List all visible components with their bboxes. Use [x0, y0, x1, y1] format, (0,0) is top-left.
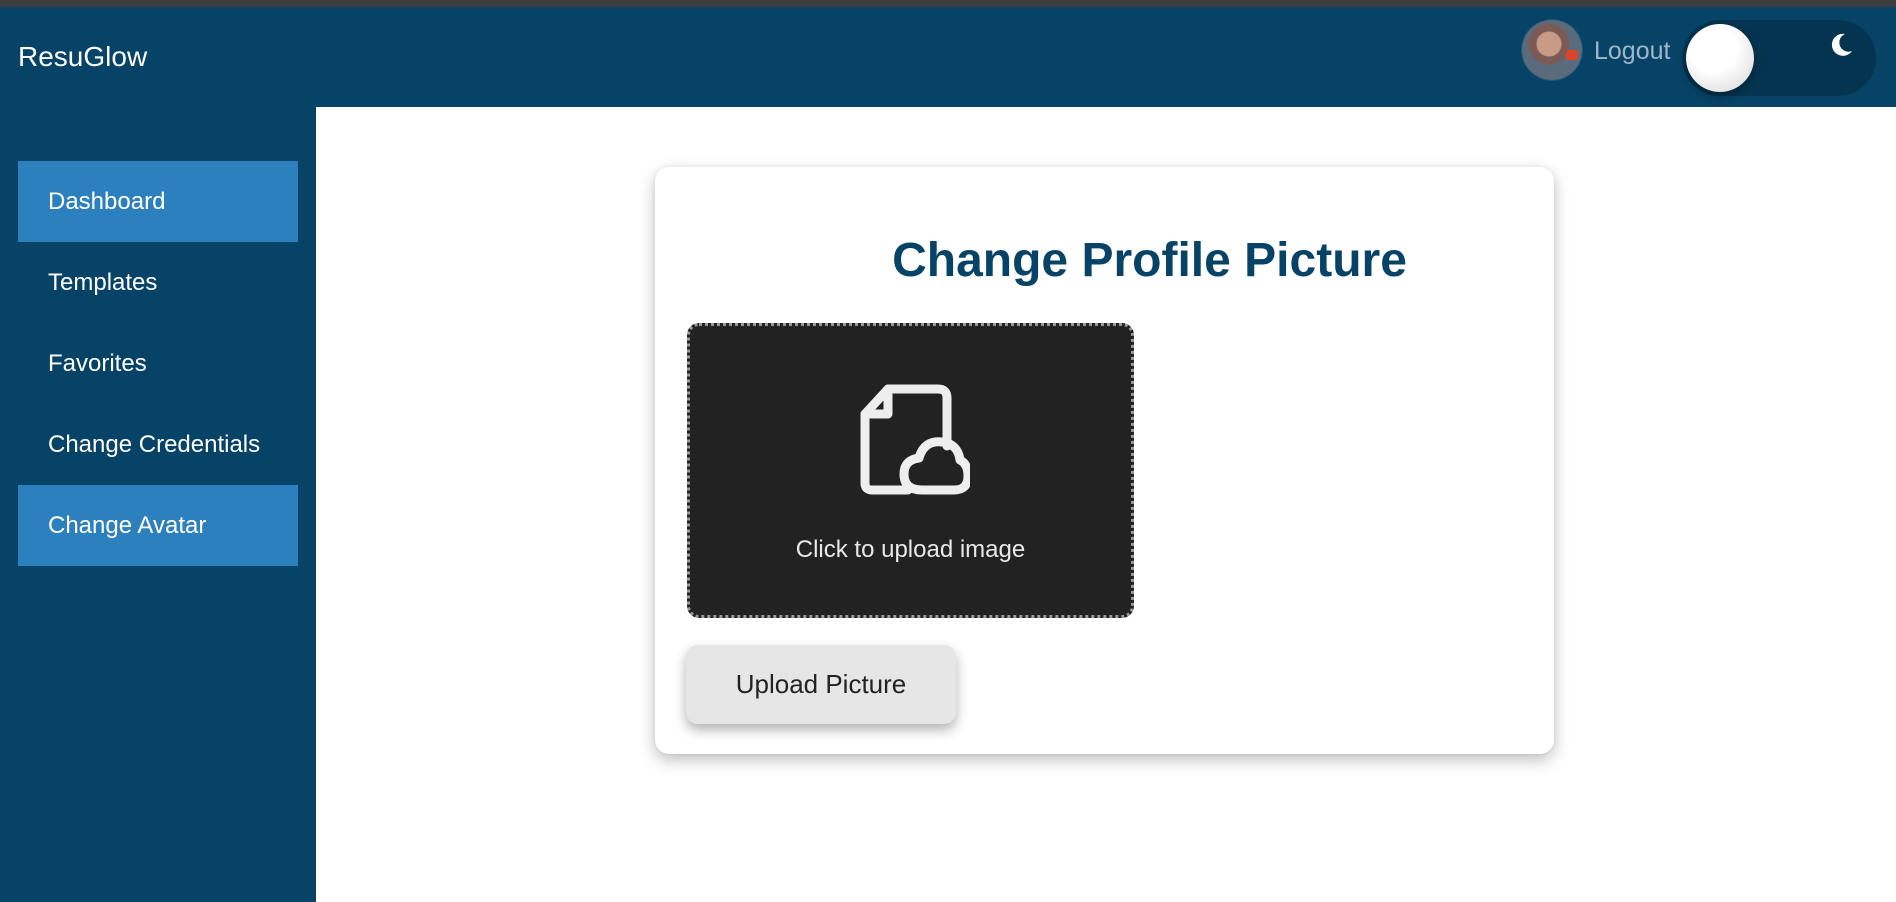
- sidebar-item-dashboard[interactable]: Dashboard: [18, 161, 298, 242]
- sidebar-item-change-credentials[interactable]: Change Credentials: [18, 404, 298, 485]
- moon-icon: [1831, 33, 1852, 56]
- file-cloud-upload-icon: [860, 384, 970, 495]
- change-picture-card: Change Profile Picture Click to upload i…: [655, 167, 1554, 754]
- user-avatar[interactable]: [1522, 20, 1582, 80]
- window-top-strip: [0, 0, 1896, 7]
- theme-toggle-knob[interactable]: [1686, 24, 1754, 92]
- theme-toggle[interactable]: [1682, 20, 1876, 96]
- brand-logo[interactable]: ResuGlow: [18, 41, 147, 73]
- image-dropzone[interactable]: Click to upload image: [687, 323, 1134, 618]
- sidebar-item-templates[interactable]: Templates: [18, 242, 298, 323]
- sidebar-item-favorites[interactable]: Favorites: [18, 323, 298, 404]
- top-header: ResuGlow Logout: [0, 7, 1896, 107]
- page-title: Change Profile Picture: [892, 234, 1407, 287]
- upload-picture-button[interactable]: Upload Picture: [686, 645, 956, 724]
- logout-link[interactable]: Logout: [1594, 37, 1670, 66]
- sidebar: Dashboard Templates Favorites Change Cre…: [0, 107, 316, 902]
- sidebar-item-change-avatar[interactable]: Change Avatar: [18, 485, 298, 566]
- dropzone-label: Click to upload image: [795, 536, 1026, 563]
- avatar-detail: [1566, 50, 1578, 60]
